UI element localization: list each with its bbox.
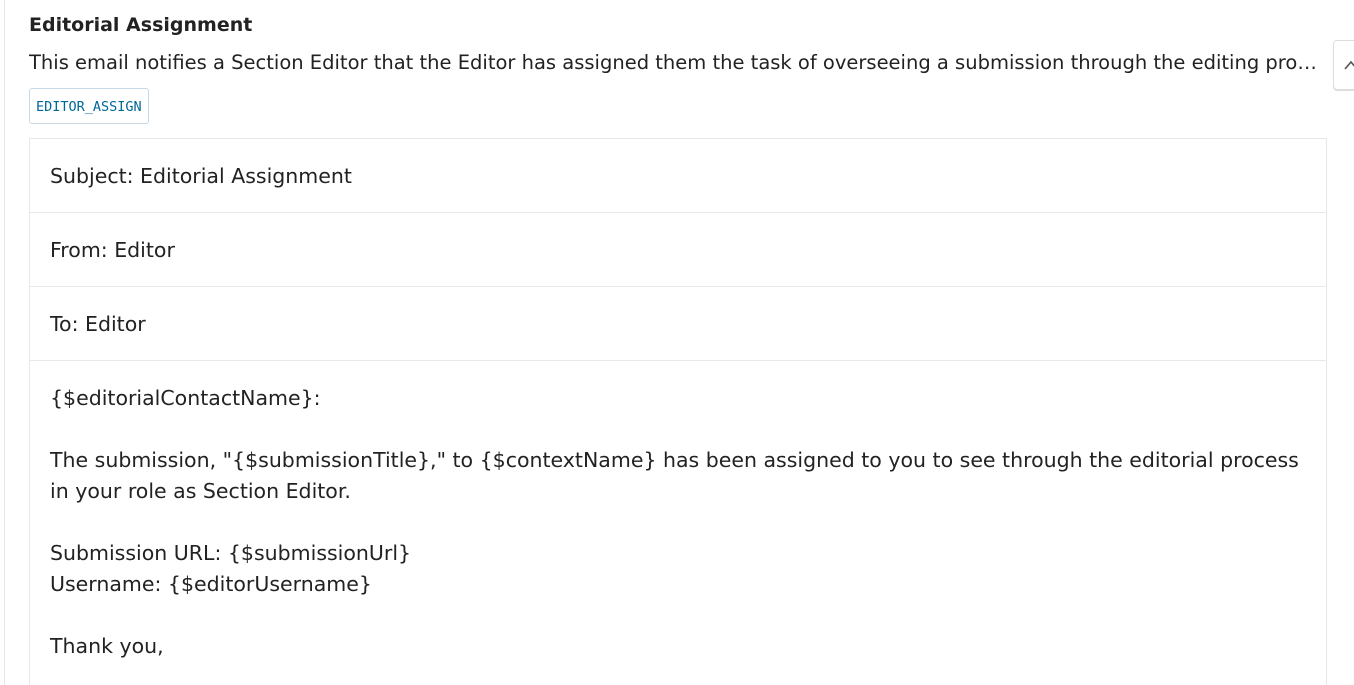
email-preview: Subject: Editorial Assignment From: Edit…: [29, 138, 1327, 685]
username-line: Username: {$editorUsername}: [50, 572, 372, 596]
collapse-toggle-button[interactable]: [1333, 40, 1354, 90]
email-body: {$editorialContactName}: The submission,…: [30, 361, 1326, 662]
email-subject: Subject: Editorial Assignment: [30, 139, 1326, 213]
email-greeting: {$editorialContactName}:: [50, 386, 321, 410]
email-paragraph: The submission, "{$submissionTitle}," to…: [50, 448, 1299, 503]
template-title: Editorial Assignment: [29, 14, 253, 36]
chevron-up-icon: [1344, 60, 1354, 70]
template-description: This email notifies a Section Editor tha…: [29, 51, 1321, 74]
email-credentials: Submission URL: {$submissionUrl} Usernam…: [50, 538, 1306, 600]
email-closing: Thank you,: [50, 634, 164, 658]
template-key-badge: EDITOR_ASSIGN: [29, 88, 149, 124]
panel-divider: [4, 0, 5, 685]
email-from: From: Editor: [30, 213, 1326, 287]
submission-url-line: Submission URL: {$submissionUrl}: [50, 541, 412, 565]
email-template-panel: Editorial Assignment This email notifies…: [0, 0, 1354, 685]
email-to: To: Editor: [30, 287, 1326, 361]
